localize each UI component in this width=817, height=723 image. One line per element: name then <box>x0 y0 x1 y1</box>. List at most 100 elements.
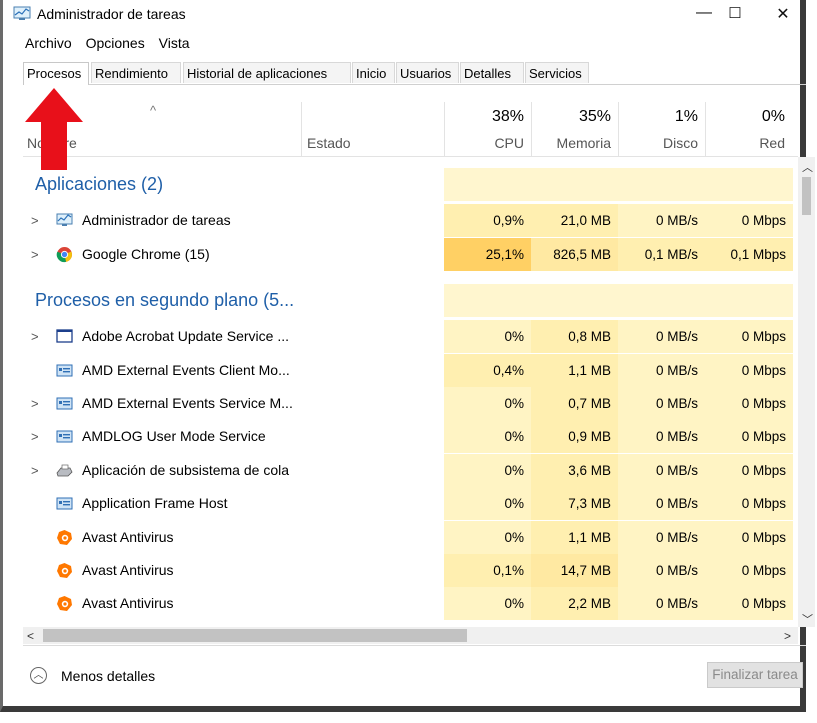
table-row[interactable]: > AMD External Events Service M... 0% 0,… <box>23 387 798 420</box>
red-arrow-icon <box>25 88 83 170</box>
group-header[interactable]: Aplicaciones (2) <box>23 168 798 201</box>
tab-inicio[interactable]: Inicio <box>352 62 395 83</box>
process-name: Administrador de tareas <box>82 212 231 228</box>
cpu-value: 0,1% <box>444 554 531 587</box>
table-row[interactable]: AMD External Events Client Mo... 0,4% 1,… <box>23 354 798 387</box>
network-value: 0 Mbps <box>705 387 793 420</box>
vertical-scroll-thumb[interactable] <box>802 177 811 215</box>
disk-value: 0 MB/s <box>618 387 705 420</box>
network-value: 0 Mbps <box>705 454 793 487</box>
cpu-value: 0% <box>444 521 531 554</box>
table-row[interactable]: Avast Antivirus 0,1% 14,7 MB 0 MB/s 0 Mb… <box>23 554 798 587</box>
expand-icon[interactable]: > <box>31 238 39 271</box>
table-row[interactable]: Avast Antivirus 0% 2,2 MB 0 MB/s 0 Mbps <box>23 587 798 620</box>
table-row[interactable]: > Adobe Acrobat Update Service ... 0% 0,… <box>23 320 798 353</box>
table-row[interactable]: > Google Chrome (15) 25,1% 826,5 MB 0,1 … <box>23 238 798 271</box>
sort-up-icon[interactable]: ^ <box>150 103 156 118</box>
column-divider <box>444 102 445 156</box>
process-name: Google Chrome (15) <box>82 246 210 262</box>
chevron-up-circle-icon[interactable]: ︿ <box>30 667 47 684</box>
menu-vista[interactable]: Vista <box>159 35 190 51</box>
tab-usuarios[interactable]: Usuarios <box>396 62 459 83</box>
cpu-value: 25,1% <box>444 238 531 271</box>
close-button[interactable]: ✕ <box>768 4 798 26</box>
table-row[interactable]: Application Frame Host 0% 7,3 MB 0 MB/s … <box>23 487 798 520</box>
minimize-button[interactable]: — <box>689 4 719 26</box>
task-manager-window: Administrador de tareas — ☐ ✕ Archivo Op… <box>0 0 815 712</box>
title-bar: Administrador de tareas — ☐ ✕ <box>3 0 806 30</box>
cpu-total: 38% <box>491 108 524 125</box>
process-name: Aplicación de subsistema de cola <box>82 462 290 478</box>
cpu-value: 0% <box>444 320 531 353</box>
scroll-up-icon[interactable]: ︿ <box>802 159 813 175</box>
disk-value: 0 MB/s <box>618 354 705 387</box>
heat-cell <box>531 284 618 317</box>
network-value: 0 Mbps <box>705 554 793 587</box>
tab-rendimiento[interactable]: Rendimiento <box>91 62 181 83</box>
network-value: 0,1 Mbps <box>705 238 793 271</box>
heat-cell <box>618 168 705 201</box>
column-memory[interactable]: Memoria <box>541 135 611 151</box>
menu-archivo[interactable]: Archivo <box>25 35 72 51</box>
network-value: 0 Mbps <box>705 587 793 620</box>
disk-value: 0 MB/s <box>618 587 705 620</box>
column-disk[interactable]: Disco <box>628 135 698 151</box>
group-header[interactable]: Procesos en segundo plano (5... <box>23 284 798 317</box>
disk-value: 0,1 MB/s <box>618 238 705 271</box>
memory-value: 21,0 MB <box>531 204 618 237</box>
tab-detalles[interactable]: Detalles <box>460 62 524 83</box>
avast-icon <box>57 563 72 578</box>
column-network[interactable]: Red <box>715 135 785 151</box>
column-divider <box>618 102 619 156</box>
network-total: 0% <box>761 108 785 125</box>
disk-value: 0 MB/s <box>618 521 705 554</box>
scroll-left-icon[interactable]: < <box>27 629 34 643</box>
horizontal-scroll-thumb[interactable] <box>43 629 467 642</box>
heat-cell <box>705 168 793 201</box>
printer-icon <box>56 464 73 477</box>
expand-icon[interactable]: > <box>31 204 39 237</box>
expand-icon[interactable]: > <box>31 454 39 487</box>
table-row[interactable]: > AMDLOG User Mode Service 0% 0,9 MB 0 M… <box>23 420 798 453</box>
memory-value: 826,5 MB <box>531 238 618 271</box>
memory-value: 0,7 MB <box>531 387 618 420</box>
tab-historial[interactable]: Historial de aplicaciones <box>183 62 351 83</box>
process-name: AMD External Events Service M... <box>82 395 293 411</box>
tab-servicios[interactable]: Servicios <box>525 62 589 83</box>
chrome-icon <box>56 247 72 263</box>
process-name: Adobe Acrobat Update Service ... <box>82 328 290 344</box>
expand-icon[interactable]: > <box>31 420 39 453</box>
scroll-right-icon[interactable]: > <box>784 629 791 643</box>
process-name: Avast Antivirus <box>82 595 174 611</box>
column-status[interactable]: Estado <box>307 135 351 151</box>
network-value: 0 Mbps <box>705 320 793 353</box>
expand-icon[interactable]: > <box>31 320 39 353</box>
heat-cell <box>618 284 705 317</box>
disk-total: 1% <box>674 108 698 125</box>
menu-opciones[interactable]: Opciones <box>86 35 145 51</box>
maximize-button[interactable]: ☐ <box>720 4 750 26</box>
tab-procesos[interactable]: Procesos <box>23 62 89 85</box>
column-cpu[interactable]: CPU <box>454 135 524 151</box>
service-icon <box>56 364 73 377</box>
service-icon <box>56 430 73 443</box>
process-name: Avast Antivirus <box>82 529 174 545</box>
group-title-background: Procesos en segundo plano (5... <box>35 290 295 310</box>
window-title: Administrador de tareas <box>37 6 186 22</box>
disk-value: 0 MB/s <box>618 204 705 237</box>
network-value: 0 Mbps <box>705 487 793 520</box>
memory-value: 1,1 MB <box>531 521 618 554</box>
table-row[interactable]: Avast Antivirus 0% 1,1 MB 0 MB/s 0 Mbps <box>23 521 798 554</box>
expand-icon[interactable]: > <box>31 387 39 420</box>
memory-value: 1,1 MB <box>531 354 618 387</box>
scroll-down-icon[interactable]: ﹀ <box>802 611 813 627</box>
heat-cell <box>444 284 531 317</box>
table-row[interactable]: > Administrador de tareas 0,9% 21,0 MB 0… <box>23 204 798 237</box>
end-task-button[interactable]: Finalizar tarea <box>707 662 803 688</box>
column-header: ^ Nombre Estado 38% CPU 35% Memoria 1% D… <box>23 90 798 157</box>
vertical-scrollbar[interactable] <box>798 157 815 627</box>
network-value: 0 Mbps <box>705 204 793 237</box>
table-row[interactable]: > Aplicación de subsistema de cola 0% 3,… <box>23 454 798 487</box>
less-details-link[interactable]: Menos detalles <box>61 668 155 684</box>
process-name: AMD External Events Client Mo... <box>82 362 290 378</box>
